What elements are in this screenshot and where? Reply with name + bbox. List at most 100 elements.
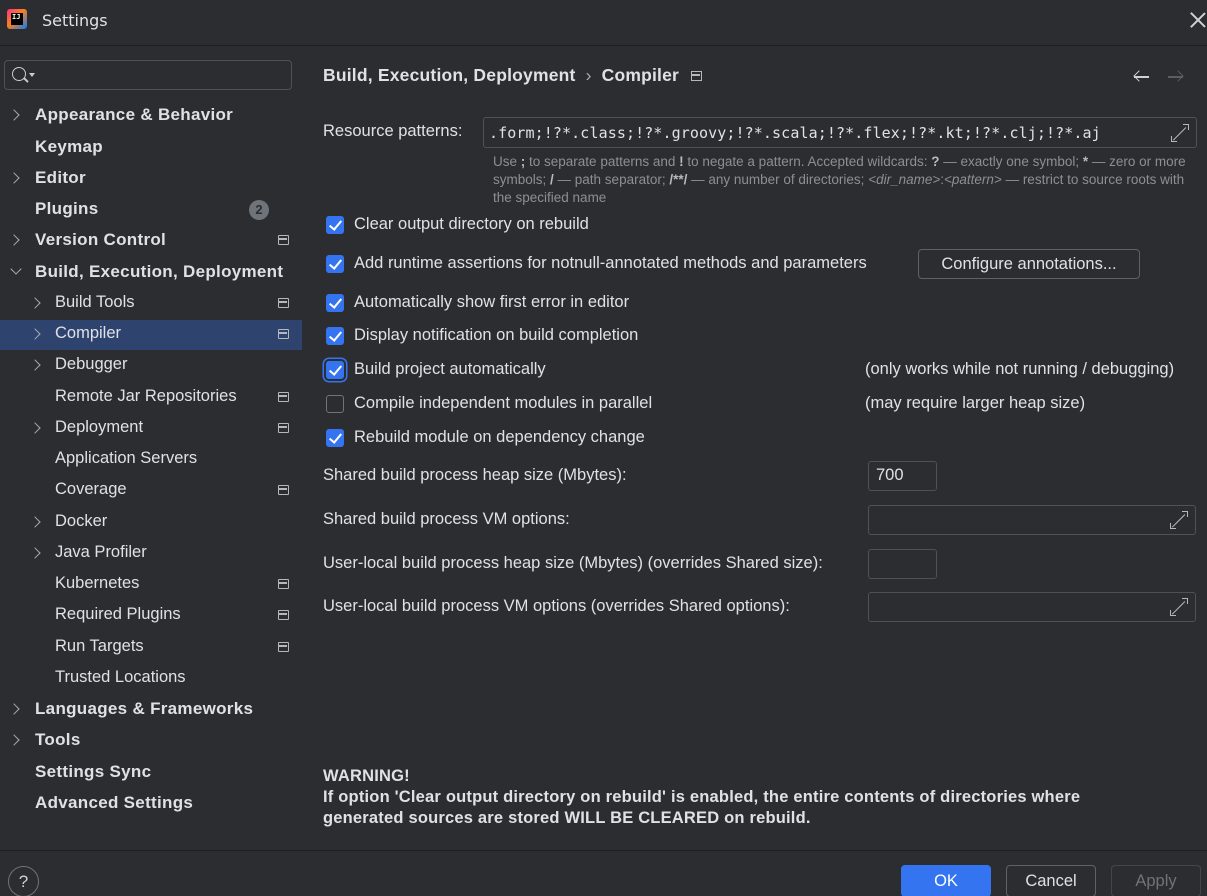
help-button[interactable]: ? — [8, 866, 39, 896]
apply-button[interactable]: Apply — [1111, 865, 1201, 896]
chevron-right-icon[interactable] — [8, 172, 20, 184]
sidebar-item-label: Deployment — [55, 418, 144, 436]
sidebar-item-trusted-locations[interactable]: Trusted Locations — [0, 664, 302, 694]
chevron-right-icon[interactable] — [8, 109, 20, 121]
resource-patterns-hint: Use ; to separate patterns and ! to nega… — [493, 154, 1186, 205]
chevron-right-icon[interactable] — [8, 703, 20, 715]
intellij-logo-icon: IJ — [7, 9, 27, 29]
sidebar-item-tools[interactable]: Tools — [0, 726, 302, 756]
project-level-icon — [278, 642, 289, 652]
breadcrumb-current: Compiler — [601, 65, 680, 85]
sidebar-item-compiler[interactable]: Compiler — [0, 320, 302, 350]
sidebar-item-version-control[interactable]: Version Control — [0, 226, 302, 256]
build-notification-checkbox[interactable] — [326, 327, 344, 345]
sidebar-item-label: Docker — [55, 512, 108, 530]
configure-annotations-button[interactable]: Configure annotations... — [918, 249, 1140, 279]
expand-icon[interactable] — [1171, 124, 1189, 142]
chevron-right-icon[interactable] — [8, 234, 20, 246]
sidebar-item-label: Coverage — [55, 480, 127, 498]
chevron-down-icon[interactable] — [10, 263, 22, 275]
sidebar-item-label: Required Plugins — [55, 605, 181, 623]
chevron-right-icon[interactable] — [8, 734, 20, 746]
user-vm-options-input[interactable] — [868, 592, 1196, 622]
warning-title: WARNING! — [323, 767, 410, 785]
clear-output-checkbox[interactable] — [326, 216, 344, 234]
shared-vm-options-input[interactable] — [868, 505, 1196, 535]
sidebar-item-settings-sync[interactable]: Settings Sync — [0, 758, 302, 788]
sidebar-item-kubernetes[interactable]: Kubernetes — [0, 570, 302, 600]
close-icon[interactable] — [1188, 10, 1207, 32]
chevron-right-icon[interactable] — [29, 359, 41, 371]
sidebar-item-label: Application Servers — [55, 449, 198, 467]
sidebar-item-docker[interactable]: Docker — [0, 508, 302, 538]
resource-patterns-value: .form;!?*.class;!?*.groovy;!?*.scala;!?*… — [489, 124, 1101, 142]
dialog-footer: ? OK Cancel Apply — [0, 850, 1207, 896]
project-level-icon — [278, 298, 289, 308]
forward-arrow-icon[interactable] — [1167, 69, 1185, 85]
ok-button[interactable]: OK — [901, 865, 991, 896]
back-arrow-icon[interactable] — [1133, 69, 1151, 85]
option-label: Rebuild module on dependency change — [354, 428, 645, 446]
settings-sidebar: Appearance & Behavior Keymap Editor Plug… — [0, 47, 302, 850]
sidebar-item-java-profiler[interactable]: Java Profiler — [0, 539, 302, 569]
option-label: Clear output directory on rebuild — [354, 215, 589, 233]
search-input[interactable] — [4, 60, 292, 90]
expand-icon[interactable] — [1170, 511, 1188, 529]
sidebar-item-label: Editor — [35, 168, 86, 187]
chevron-right-icon[interactable] — [29, 547, 41, 559]
sidebar-item-deployment[interactable]: Deployment — [0, 414, 302, 444]
expand-icon[interactable] — [1170, 598, 1188, 616]
shared-heap-value: 700 — [876, 466, 904, 484]
chevron-right-icon[interactable] — [29, 297, 41, 309]
sidebar-item-keymap[interactable]: Keymap — [0, 133, 302, 163]
sidebar-item-label: Build, Execution, Deployment — [35, 262, 284, 281]
rebuild-on-dependency-checkbox[interactable] — [326, 429, 344, 447]
sidebar-item-label: Kubernetes — [55, 574, 140, 592]
sidebar-item-label: Keymap — [35, 137, 103, 156]
resource-patterns-input[interactable]: .form;!?*.class;!?*.groovy;!?*.scala;!?*… — [483, 117, 1197, 148]
sidebar-item-label: Remote Jar Repositories — [55, 387, 237, 405]
user-heap-input[interactable] — [868, 549, 937, 579]
project-level-icon — [691, 71, 703, 81]
sidebar-item-label: Build Tools — [55, 293, 135, 311]
option-label: Add runtime assertions for notnull-annot… — [354, 254, 867, 272]
sidebar-item-label: Version Control — [35, 230, 167, 249]
sidebar-item-label: Compiler — [55, 324, 122, 342]
option-label: Display notification on build completion — [354, 326, 639, 344]
option-label: Automatically show first error in editor — [354, 293, 630, 311]
search-icon — [12, 67, 26, 81]
chevron-down-icon[interactable] — [29, 73, 35, 77]
sidebar-item-languages-frameworks[interactable]: Languages & Frameworks — [0, 695, 302, 725]
sidebar-item-plugins[interactable]: Plugins 2 — [0, 195, 302, 225]
show-first-error-checkbox[interactable] — [326, 294, 344, 312]
runtime-assertions-checkbox[interactable] — [326, 255, 344, 273]
chevron-right-icon[interactable] — [29, 328, 41, 340]
sidebar-item-advanced-settings[interactable]: Advanced Settings — [0, 789, 302, 819]
build-automatically-checkbox[interactable] — [326, 361, 344, 379]
sidebar-item-run-targets[interactable]: Run Targets — [0, 633, 302, 663]
sidebar-item-application-servers[interactable]: Application Servers — [0, 445, 302, 475]
sidebar-item-build-tools[interactable]: Build Tools — [0, 289, 302, 319]
sidebar-item-remote-jar-repositories[interactable]: Remote Jar Repositories — [0, 383, 302, 413]
sidebar-item-debugger[interactable]: Debugger — [0, 351, 302, 381]
build-automatically-note: (only works while not running / debuggin… — [865, 360, 1175, 378]
breadcrumb: Build, Execution, Deployment › Compiler — [323, 65, 703, 86]
chevron-right-icon[interactable] — [29, 516, 41, 528]
warning-line: If option 'Clear output directory on reb… — [323, 788, 1081, 806]
sidebar-item-required-plugins[interactable]: Required Plugins — [0, 601, 302, 631]
project-level-icon — [278, 423, 289, 433]
sidebar-item-editor[interactable]: Editor — [0, 164, 302, 194]
parallel-compile-checkbox[interactable] — [326, 395, 344, 413]
shared-heap-label: Shared build process heap size (Mbytes): — [323, 466, 627, 484]
sidebar-item-appearance-behavior[interactable]: Appearance & Behavior — [0, 101, 302, 131]
parallel-compile-note: (may require larger heap size) — [865, 394, 1086, 412]
sidebar-item-build-execution-deployment[interactable]: Build, Execution, Deployment — [0, 258, 302, 288]
breadcrumb-parent[interactable]: Build, Execution, Deployment — [323, 65, 576, 85]
chevron-right-icon[interactable] — [29, 422, 41, 434]
sidebar-item-coverage[interactable]: Coverage — [0, 476, 302, 506]
sidebar-item-label: Appearance & Behavior — [35, 105, 234, 124]
shared-heap-input[interactable]: 700 — [868, 461, 937, 491]
sidebar-item-label: Trusted Locations — [55, 668, 186, 686]
cancel-button[interactable]: Cancel — [1006, 865, 1096, 896]
sidebar-item-label: Java Profiler — [55, 543, 147, 561]
